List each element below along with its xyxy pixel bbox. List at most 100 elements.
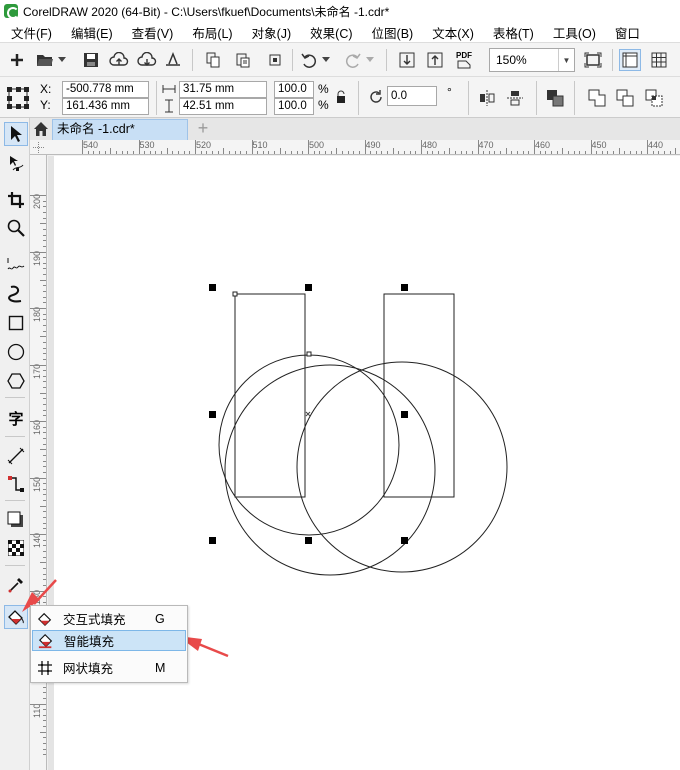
ruler-tick [404,151,406,154]
artistic-media-tool-icon[interactable] [4,282,28,306]
text-tool-icon[interactable]: 字 [4,406,28,430]
crop-tool-icon[interactable] [4,188,28,212]
polygon-tool-icon[interactable] [4,369,28,393]
mirror-vertical-icon[interactable] [504,87,526,109]
ruler-tick [228,151,230,154]
mesh-fill-menu-item[interactable]: 网状填充 M [32,657,186,678]
undo-icon[interactable] [298,49,320,71]
pick-tool-icon[interactable] [4,122,28,146]
redo-dropdown-icon[interactable] [364,49,376,71]
ruler-tick [43,528,46,530]
ruler-tick [43,245,46,247]
add-tab-button[interactable]: + [193,119,213,139]
interactive-fill-menu-item[interactable]: 交互式填充 G [32,608,186,629]
menu-text[interactable]: 文本(X) [421,23,482,42]
ruler-tick [43,324,46,326]
home-icon[interactable] [33,121,49,137]
paste-icon[interactable] [232,49,254,71]
freehand-tool-icon[interactable] [4,253,28,277]
menu-window[interactable]: 窗口 [604,23,648,42]
height-field[interactable]: 42.51 mm [179,98,267,115]
trim-icon[interactable] [614,87,636,109]
ruler-tick [43,697,46,699]
menu-effects[interactable]: 效果(C) [299,23,360,42]
redo-icon[interactable] [342,49,364,71]
new-document-icon[interactable] [6,49,28,71]
ellipse-tool-icon[interactable] [4,340,28,364]
menu-object[interactable]: 对象(J) [241,23,300,42]
scale-x-field[interactable]: 100.0 [274,81,314,98]
cloud-upload-icon[interactable] [108,49,130,71]
intersect-icon[interactable] [643,87,665,109]
ruler-tick [200,151,202,154]
transparency-tool-icon[interactable] [4,536,28,560]
y-position-field[interactable]: 161.436 mm [62,98,149,115]
ruler-tick [110,148,112,154]
chevron-down-icon[interactable]: ▼ [558,49,574,71]
menu-layout[interactable]: 布局(L) [181,23,240,42]
ruler-tick [189,151,191,154]
ruler-tick [43,714,46,716]
object-origin-icon[interactable] [5,85,31,111]
smart-fill-icon [36,631,56,651]
document-tab[interactable]: 未命名 -1.cdr* [52,119,188,140]
save-icon[interactable] [80,49,102,71]
shape-tool-icon[interactable] [4,152,28,176]
ruler-origin-icon[interactable] [33,142,44,153]
full-screen-icon[interactable] [582,49,604,71]
import-icon[interactable] [396,49,418,71]
menu-view[interactable]: 查看(V) [121,23,182,42]
drop-shadow-tool-icon[interactable] [4,508,28,532]
menu-bitmaps[interactable]: 位图(B) [361,23,422,42]
publish-pdf-icon[interactable]: PDF [452,49,476,71]
zoom-tool-icon[interactable] [4,216,28,240]
menu-table[interactable]: 表格(T) [482,23,542,42]
ruler-tick [534,140,535,154]
menu-edit[interactable]: 编辑(E) [60,23,121,42]
cut-icon[interactable] [264,49,286,71]
cloud-download-icon[interactable] [136,49,158,71]
ruler-tick [319,151,321,154]
parallel-dimension-tool-icon[interactable] [4,444,28,468]
publish-icon[interactable] [162,49,184,71]
open-folder-icon[interactable] [34,49,56,71]
export-icon[interactable] [424,49,446,71]
show-grid-icon[interactable] [648,49,670,71]
horizontal-ruler[interactable]: 540 530 520 510 500 490 480 470 460 450 440 [30,140,680,155]
ruler-tick-label: 150 [32,476,42,492]
copy-icon[interactable] [202,49,224,71]
rotation-field[interactable]: 0.0 [387,86,437,106]
eyedropper-tool-icon[interactable] [4,573,28,597]
scale-y-field[interactable]: 100.0 [274,98,314,115]
smart-fill-menu-item[interactable]: 智能填充 [32,630,186,651]
ruler-tick-label: 500 [309,140,325,150]
width-field[interactable]: 31.75 mm [179,81,267,98]
arrange-icon[interactable] [544,87,566,109]
x-position-field[interactable]: -500.778 mm [62,81,149,98]
connector-tool-icon[interactable] [4,472,28,496]
mirror-horizontal-icon[interactable] [476,87,498,109]
ruler-tick [30,195,46,196]
toolbar-separator [358,81,359,115]
customize-toolbox-button[interactable]: + [8,765,19,770]
menu-tools[interactable]: 工具(O) [542,23,604,42]
lock-ratio-icon[interactable] [334,89,348,105]
open-dropdown-icon[interactable] [56,49,68,71]
ruler-tick [274,151,276,154]
interactive-fill-tool-icon[interactable] [4,605,28,629]
rectangle-tool-icon[interactable] [4,311,28,335]
zoom-level-select[interactable]: 150% ▼ [489,48,575,72]
ruler-tick [635,151,637,154]
ruler-tick [43,268,46,270]
ruler-tick-label: 170 [32,363,42,379]
ruler-tick [647,140,648,154]
ruler-tick [579,151,581,154]
ruler-tick [675,148,677,154]
menu-file[interactable]: 文件(F) [0,23,60,42]
undo-dropdown-icon[interactable] [320,49,332,71]
show-rulers-icon[interactable] [619,49,641,71]
ruler-tick [257,151,259,154]
ruler-tick [43,754,46,756]
mesh-fill-icon [35,658,55,678]
weld-icon[interactable] [586,87,608,109]
